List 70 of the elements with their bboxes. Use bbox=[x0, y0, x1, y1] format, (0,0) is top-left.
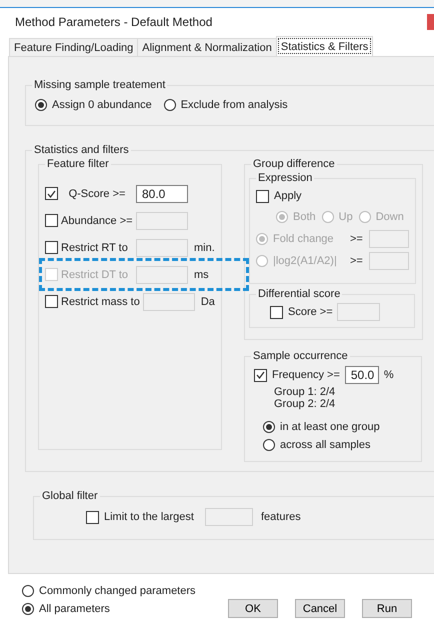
input-field[interactable] bbox=[205, 508, 253, 526]
checkbox-label: Frequency >= bbox=[272, 369, 340, 381]
dialog-button[interactable]: Cancel bbox=[295, 599, 345, 618]
group-title: Feature filter bbox=[46, 158, 110, 170]
radio-label: All parameters bbox=[39, 603, 110, 615]
close-button[interactable] bbox=[427, 14, 434, 30]
filter-label: Restrict mass to bbox=[61, 296, 140, 308]
radio-label: across all samples bbox=[280, 439, 370, 451]
group-title: Expression bbox=[257, 172, 314, 184]
dialog-button[interactable]: Run bbox=[362, 599, 412, 618]
group-count: Group 1: 2/4 bbox=[274, 386, 336, 398]
checkbox[interactable] bbox=[45, 241, 58, 254]
group-title: Statistics and filters bbox=[33, 144, 130, 156]
group-title: Differential score bbox=[257, 288, 342, 300]
tab[interactable]: Statistics & Filters bbox=[276, 36, 374, 56]
input-field[interactable] bbox=[337, 303, 380, 321]
radio-label: Exclude from analysis bbox=[180, 99, 288, 111]
group-title: Sample occurrence bbox=[252, 350, 349, 362]
radio-button[interactable] bbox=[263, 421, 275, 433]
input-field[interactable] bbox=[368, 230, 409, 248]
radio-button[interactable] bbox=[263, 439, 275, 451]
checkmark-icon bbox=[256, 371, 265, 379]
group-title: Global filter bbox=[41, 490, 99, 502]
radio-label: Down bbox=[376, 211, 404, 223]
checkbox[interactable] bbox=[254, 368, 267, 382]
filter-label: Q-Score >= bbox=[68, 188, 126, 200]
input-field[interactable] bbox=[142, 292, 195, 310]
radio-label: in at least one group bbox=[280, 421, 380, 433]
radio-label: Fold change bbox=[273, 233, 334, 245]
input-field[interactable] bbox=[136, 266, 188, 284]
tab[interactable]: Alignment & Normalization bbox=[137, 38, 277, 56]
unit-label: ms bbox=[194, 268, 209, 280]
checkmark-icon bbox=[47, 190, 56, 198]
operator-label: >= bbox=[350, 255, 363, 267]
checkbox[interactable] bbox=[270, 306, 283, 318]
unit-label: Da bbox=[200, 296, 215, 308]
checkbox[interactable] bbox=[45, 295, 58, 308]
group-title: Missing sample treatement bbox=[33, 79, 166, 91]
input-field[interactable]: 50.0 bbox=[344, 366, 379, 384]
radio-label: Up bbox=[338, 211, 353, 223]
radio-button[interactable] bbox=[22, 585, 34, 597]
filter-label: Abundance >= bbox=[61, 214, 133, 226]
checkbox-label: Apply bbox=[274, 190, 302, 202]
radio-button[interactable] bbox=[164, 99, 176, 111]
checkbox[interactable] bbox=[86, 510, 99, 524]
unit-label: features bbox=[261, 511, 301, 523]
filter-label: Restrict DT to bbox=[61, 268, 130, 280]
group-title: Group difference bbox=[252, 158, 336, 170]
checkbox-label: Score >= bbox=[288, 306, 332, 318]
unit-label: min. bbox=[194, 242, 215, 254]
radio-label: Commonly changed parameters bbox=[39, 585, 196, 597]
window-title: Method Parameters - Default Method bbox=[15, 15, 212, 29]
dialog-button[interactable]: OK bbox=[228, 599, 278, 618]
input-field[interactable] bbox=[136, 238, 188, 256]
filter-label: Restrict RT to bbox=[61, 242, 129, 254]
checkbox-label: Limit to the largest bbox=[104, 511, 195, 523]
group-count: Group 2: 2/4 bbox=[274, 398, 336, 410]
checkbox[interactable] bbox=[45, 214, 58, 227]
input-field[interactable] bbox=[136, 212, 188, 230]
tab[interactable]: Feature Finding/Loading bbox=[9, 38, 138, 56]
radio-label: Both bbox=[293, 211, 316, 223]
operator-label: >= bbox=[350, 233, 363, 245]
radio-button[interactable] bbox=[35, 99, 47, 111]
radio-label: Assign 0 abundance bbox=[52, 99, 152, 111]
checkbox[interactable] bbox=[45, 187, 58, 200]
input-field[interactable]: 80.0 bbox=[136, 184, 188, 202]
radio-button[interactable] bbox=[22, 603, 34, 615]
input-field[interactable] bbox=[368, 252, 409, 270]
unit-label: % bbox=[384, 369, 394, 381]
radio-label: |log2(A1/A2)| bbox=[273, 255, 337, 267]
